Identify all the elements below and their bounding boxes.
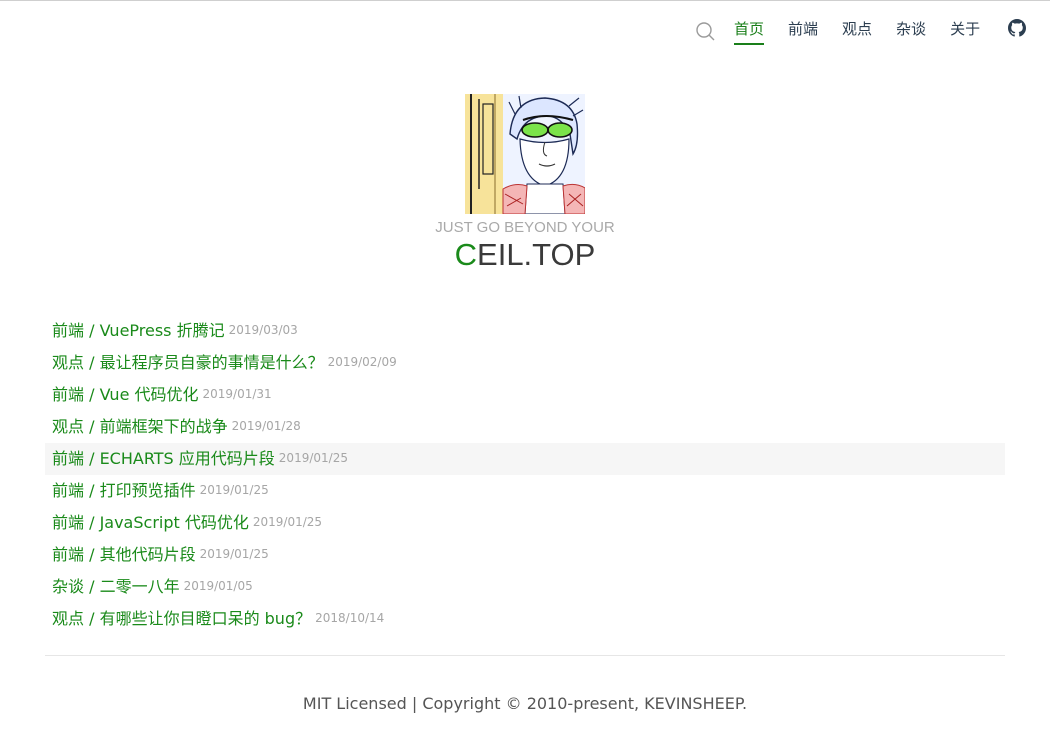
site-name-rest: EIL.TOP: [477, 237, 596, 272]
post-date: 2019/01/31: [202, 387, 272, 401]
post-title-link[interactable]: 观点 / 最让程序员自豪的事情是什么？: [52, 353, 324, 372]
post-date: 2019/01/25: [199, 547, 269, 561]
post-list-item: 杂谈 / 二零一八年 2019/01/05: [45, 571, 1005, 603]
post-list-item: 前端 / 打印预览插件 2019/01/25: [45, 475, 1005, 507]
post-date: 2019/01/25: [252, 515, 323, 529]
post-list-item: 观点 / 前端框架下的战争 2019/01/28: [45, 411, 1005, 443]
nav-item-about[interactable]: 关于: [950, 19, 980, 45]
site-tagline: JUST GO BEYOND YOUR: [435, 219, 615, 236]
post-title-link[interactable]: 前端 / Vue 代码优化: [52, 385, 199, 404]
post-title-link[interactable]: 前端 / 打印预览插件: [52, 481, 196, 500]
post-date: 2019/02/09: [327, 355, 397, 369]
page: 首页 前端 观点 杂谈 关于 JUST GO BEYOND YOUR CEIL.…: [0, 0, 1050, 749]
site-name-initial: C: [454, 237, 478, 272]
post-date: 2019/03/03: [228, 323, 298, 337]
post-list-item: 前端 / VuePress 折腾记 2019/03/03: [45, 315, 1005, 347]
footer-divider: [45, 655, 1005, 656]
avatar: [465, 94, 585, 214]
post-date: 2019/01/05: [183, 579, 253, 593]
nav-item-home[interactable]: 首页: [734, 19, 765, 45]
footer-copyright: MIT Licensed | Copyright © 2010-present,…: [302, 694, 748, 713]
post-title-link[interactable]: 观点 / 有哪些让你目瞪口呆的 bug？: [52, 609, 311, 628]
post-title-link[interactable]: 杂谈 / 二零一八年: [52, 577, 180, 596]
nav-item-opinion[interactable]: 观点: [842, 19, 872, 45]
nav-item-frontend[interactable]: 前端: [788, 19, 818, 45]
post-list: 前端 / VuePress 折腾记 2019/03/03 观点 / 最让程序员自豪…: [45, 315, 1005, 635]
nav-links: 首页 前端 观点 杂谈 关于: [734, 19, 1004, 45]
post-title-link[interactable]: 前端 / 其他代码片段: [52, 545, 196, 564]
site-name: CEIL.TOP: [0, 237, 1050, 273]
post-list-item: 观点 / 最让程序员自豪的事情是什么？ 2019/02/09: [45, 347, 1005, 379]
post-date: 2019/01/25: [278, 451, 348, 465]
post-date: 2019/01/28: [231, 419, 301, 433]
post-date: 2019/01/25: [199, 483, 269, 497]
post-title-link[interactable]: 观点 / 前端框架下的战争: [52, 417, 228, 436]
github-icon[interactable]: [1008, 19, 1026, 37]
post-title-link[interactable]: 前端 / ECHARTS 应用代码片段: [52, 449, 275, 468]
post-list-item: 前端 / Vue 代码优化 2019/01/31: [45, 379, 1005, 411]
post-title-link[interactable]: 前端 / VuePress 折腾记: [52, 321, 225, 340]
post-title-link[interactable]: 前端 / JavaScript 代码优化: [52, 513, 249, 532]
search-icon[interactable]: [695, 21, 715, 41]
post-list-item-hovered: 前端 / ECHARTS 应用代码片段 2019/01/25: [45, 443, 1005, 475]
post-list-item: 前端 / JavaScript 代码优化 2019/01/25: [45, 507, 1005, 539]
post-list-item: 前端 / 其他代码片段 2019/01/25: [45, 539, 1005, 571]
nav-item-misc[interactable]: 杂谈: [896, 19, 926, 45]
post-date: 2018/10/14: [315, 611, 385, 625]
post-list-item: 观点 / 有哪些让你目瞪口呆的 bug？ 2018/10/14: [45, 603, 1005, 635]
navbar: 首页 前端 观点 杂谈 关于: [0, 1, 1050, 59]
